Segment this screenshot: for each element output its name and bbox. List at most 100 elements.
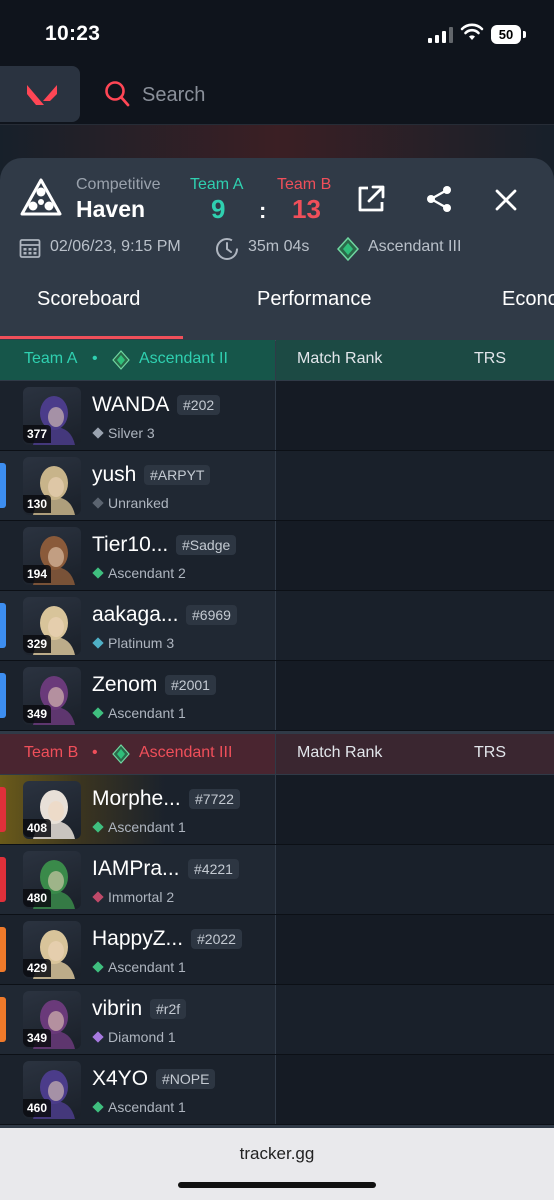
player-row[interactable]: 329 aakaga... #6969 Platinum 3 345 xyxy=(0,591,554,661)
home-indicator[interactable] xyxy=(178,1182,376,1188)
match-mode: Competitive xyxy=(76,176,161,193)
tab-performance[interactable]: Performance xyxy=(257,288,372,311)
player-rank: Platinum 3 xyxy=(92,635,175,651)
player-level: 480 xyxy=(23,889,52,907)
player-info-cell: 429 HappyZ... #2022 Ascendant 1 xyxy=(0,915,275,984)
player-row[interactable]: 408 Morphe... #7722Ascendant 1 879 xyxy=(0,775,554,845)
player-rank-label: Silver 3 xyxy=(108,425,155,441)
url-text: tracker.gg xyxy=(239,1144,315,1163)
party-indicator xyxy=(0,857,6,902)
search-bar[interactable]: Search xyxy=(104,78,524,112)
player-level: 194 xyxy=(23,565,52,583)
search-icon xyxy=(105,81,130,107)
team-b-label: Team B xyxy=(277,176,332,193)
rank-dot-icon xyxy=(92,961,104,973)
player-rank-label: Ascendant 1 xyxy=(108,1099,186,1115)
player-row[interactable]: 349 Zenom #2001 Ascendant 1 167 xyxy=(0,661,554,731)
browser-url-bar[interactable]: tracker.gg xyxy=(0,1128,554,1200)
team-b-header: Team B • Ascendant III Match Rank TRS xyxy=(0,734,554,774)
player-tag: #ARPYT xyxy=(144,465,211,485)
player-info-cell: 377 WANDA #202 Silver 3 xyxy=(0,381,275,450)
match-duration: 35m 04s xyxy=(248,238,310,255)
player-row[interactable]: 349 vibrin #r2f Diamond 1 401 xyxy=(0,985,554,1055)
player-stats-cell: 167 xyxy=(276,661,554,730)
player-name[interactable]: IAMPra... xyxy=(92,857,180,881)
party-indicator xyxy=(0,927,6,972)
player-info-cell: 408 Morphe... #7722 Ascendant 1 xyxy=(0,775,275,844)
tab-scoreboard[interactable]: Scoreboard xyxy=(37,288,140,311)
player-rank: Immortal 2 xyxy=(92,889,174,905)
player-row[interactable]: 460 X4YO #NOPE Ascendant 1 367 xyxy=(0,1055,554,1125)
player-tag: #2022 xyxy=(191,929,242,949)
battery-icon: 50 xyxy=(491,25,526,44)
match-header: Competitive Haven Team A Team B 9 : 13 0… xyxy=(0,158,554,344)
player-stats-cell: 879 xyxy=(276,775,554,844)
column-match-rank: Match Rank xyxy=(297,350,383,367)
player-level: 349 xyxy=(23,1029,52,1047)
rank-dot-icon xyxy=(92,891,104,903)
player-row[interactable]: 429 HappyZ... #2022 Ascendant 1 588 xyxy=(0,915,554,985)
player-tag: #Sadge xyxy=(176,535,237,555)
team-bullet: • xyxy=(92,744,98,761)
active-tab-indicator xyxy=(0,336,183,339)
rank-dot-icon xyxy=(92,821,104,833)
rank-dot-icon xyxy=(92,1101,104,1113)
rank-dot-icon xyxy=(92,567,104,579)
player-info-cell: 349 Zenom #2001 Ascendant 1 xyxy=(0,661,275,730)
player-level: 377 xyxy=(23,425,52,443)
player-name[interactable]: vibrin xyxy=(92,997,142,1021)
team-a-header: Team A • Ascendant II Match Rank TRS xyxy=(0,340,554,380)
player-tag: #r2f xyxy=(150,999,187,1019)
player-stats-cell: 391 xyxy=(276,521,554,590)
player-row[interactable]: 130 yush #ARPYT Unranked 481 xyxy=(0,451,554,521)
clock-icon xyxy=(216,238,238,260)
column-trs: TRS xyxy=(474,744,506,761)
open-external-icon[interactable] xyxy=(356,184,386,214)
tab-economy[interactable]: Economy xyxy=(502,288,554,311)
column-trs: TRS xyxy=(474,350,506,367)
player-row[interactable]: 194 Tier10... #Sadge Ascendant 2 391 xyxy=(0,521,554,591)
player-name[interactable]: yush xyxy=(92,463,136,487)
match-panel: Competitive Haven Team A Team B 9 : 13 0… xyxy=(0,158,554,1128)
rank-dot-icon xyxy=(92,427,104,439)
player-name[interactable]: WANDA xyxy=(92,393,169,417)
team-rank: Ascendant III xyxy=(139,744,233,761)
top-bar: Search xyxy=(0,66,554,125)
team-a-label: Team A xyxy=(190,176,244,193)
player-rank: Unranked xyxy=(92,495,169,511)
player-rank-label: Unranked xyxy=(108,495,169,511)
player-name[interactable]: Tier10... xyxy=(92,533,168,557)
player-rank: Ascendant 1 xyxy=(92,819,186,835)
match-date: 02/06/23, 9:15 PM xyxy=(50,238,181,255)
player-name[interactable]: Zenom xyxy=(92,673,157,697)
team-name: Team A xyxy=(24,350,78,367)
player-stats-cell: 600 xyxy=(276,381,554,450)
party-indicator xyxy=(0,673,6,718)
player-rank-label: Ascendant 1 xyxy=(108,819,186,835)
ascendant-rank-icon xyxy=(112,744,130,764)
rank-dot-icon xyxy=(92,707,104,719)
player-info-cell: 130 yush #ARPYT Unranked xyxy=(0,451,275,520)
status-time: 10:23 xyxy=(45,22,101,45)
ascendant-rank-icon xyxy=(337,237,359,261)
player-row[interactable]: 480 IAMPra... #4221 Immortal 2 769 xyxy=(0,845,554,915)
tab-bar: Scoreboard Performance Economy xyxy=(0,276,554,341)
player-level: 329 xyxy=(23,635,52,653)
player-tag: #2001 xyxy=(165,675,216,695)
player-name[interactable]: aakaga... xyxy=(92,603,178,627)
player-row[interactable]: 377 WANDA #202 Silver 3 600 xyxy=(0,381,554,451)
match-avg-rank: Ascendant III xyxy=(368,238,462,255)
party-indicator xyxy=(0,463,6,508)
share-icon[interactable] xyxy=(424,184,454,214)
player-name[interactable]: Morphe... xyxy=(92,787,181,811)
close-icon[interactable] xyxy=(494,188,518,212)
player-level: 460 xyxy=(23,1099,52,1117)
search-placeholder: Search xyxy=(142,84,206,106)
player-name[interactable]: X4YO xyxy=(92,1067,148,1091)
player-level: 349 xyxy=(23,705,52,723)
player-name[interactable]: HappyZ... xyxy=(92,927,183,951)
player-rank-label: Platinum 3 xyxy=(108,635,175,651)
player-stats-cell: 367 xyxy=(276,1055,554,1124)
valorant-logo-button[interactable] xyxy=(0,66,80,122)
party-indicator xyxy=(0,787,6,832)
